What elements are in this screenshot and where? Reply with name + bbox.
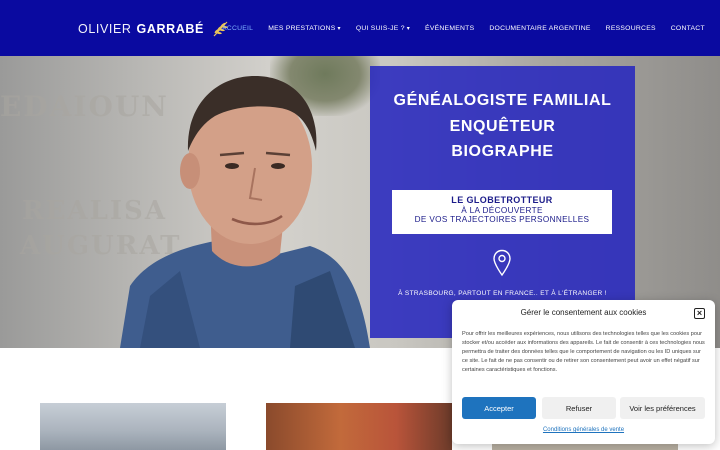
logo-last-name: GARRABÉ: [136, 22, 204, 36]
hero-title: GÉNÉALOGISTE FAMILIAL ENQUÊTEUR BIOGRAPH…: [370, 88, 635, 165]
terms-link[interactable]: Conditions générales de vente: [452, 427, 715, 433]
nav-item-label: DOCUMENTAIRE ARGENTINE: [489, 24, 591, 32]
nav-item-contact[interactable]: CONTACT: [671, 25, 705, 32]
nav-item-mes-prestations[interactable]: MES PRESTATIONS ▾: [268, 25, 341, 32]
main-nav: ACCUEIL MES PRESTATIONS ▾ QUI SUIS-JE ? ▾ ÉVÉ…: [222, 0, 720, 56]
site-header: OLIVIER GARRABÉ ACCUEIL MES PRESTATIONS ▾ Q…: [0, 0, 720, 56]
site-logo[interactable]: OLIVIER GARRABÉ: [78, 20, 230, 38]
nav-item-label: RESSOURCES: [605, 24, 656, 32]
nav-item-label: ACCUEIL: [222, 24, 254, 32]
nav-item-qui-suis-je[interactable]: QUI SUIS-JE ? ▾: [356, 25, 410, 32]
consent-title: Gérer le consentement aux cookies: [520, 308, 647, 317]
box-line: À LA DÉCOUVERTE: [461, 206, 543, 215]
preferences-button[interactable]: Voir les préférences: [620, 397, 705, 419]
nav-item-label: CONTACT: [670, 24, 705, 32]
box-heading: LE GLOBETROTTEUR: [451, 195, 553, 205]
logo-first-name: OLIVIER: [78, 22, 132, 36]
hero-title-line: BIOGRAPHE: [451, 143, 554, 160]
chevron-down-icon: ▾: [337, 25, 341, 32]
hero-overlay-panel: GÉNÉALOGISTE FAMILIAL ENQUÊTEUR BIOGRAPH…: [370, 66, 635, 338]
chevron-down-icon: ▾: [406, 25, 411, 32]
nav-item-accueil[interactable]: ACCUEIL: [222, 25, 253, 32]
nav-item-label: MES PRESTATIONS: [268, 24, 336, 32]
page: OLIVIER GARRABÉ ACCUEIL MES PRESTATIONS ▾ Q…: [0, 0, 720, 450]
nav-item-événements[interactable]: ÉVÉNEMENTS: [425, 25, 474, 32]
consent-text: Pour offrir les meilleures expériences, …: [462, 331, 705, 374]
portrait-photo: [120, 76, 370, 348]
close-icon[interactable]: ×: [694, 308, 705, 319]
content-card-image[interactable]: [40, 403, 226, 450]
nav-item-label: ÉVÉNEMENTS: [425, 24, 475, 32]
nav-item-documentaire-argentine[interactable]: DOCUMENTAIRE ARGENTINE: [489, 25, 590, 32]
map-pin-icon: [493, 249, 511, 277]
box-line: DE VOS TRAJECTOIRES PERSONNELLES: [414, 215, 590, 224]
hero-location: À STRASBOURG, PARTOUT EN FRANCE.. ET À L…: [398, 290, 607, 297]
globetrotteur-box: LE GLOBETROTTEUR À LA DÉCOUVERTE DE VOS …: [392, 190, 612, 234]
hero-title-line: GÉNÉALOGISTE FAMILIAL: [393, 92, 612, 109]
nav-item-ressources[interactable]: RESSOURCES: [606, 25, 656, 32]
accept-button[interactable]: Accepter: [462, 397, 536, 419]
refuse-button[interactable]: Refuser: [542, 397, 616, 419]
nav-item-label: QUI SUIS-JE ?: [355, 24, 405, 32]
content-card-image[interactable]: [266, 403, 452, 450]
hero-title-line: ENQUÊTEUR: [449, 117, 556, 135]
cookie-consent-dialog: Gérer le consentement aux cookies × Pour…: [452, 300, 715, 444]
